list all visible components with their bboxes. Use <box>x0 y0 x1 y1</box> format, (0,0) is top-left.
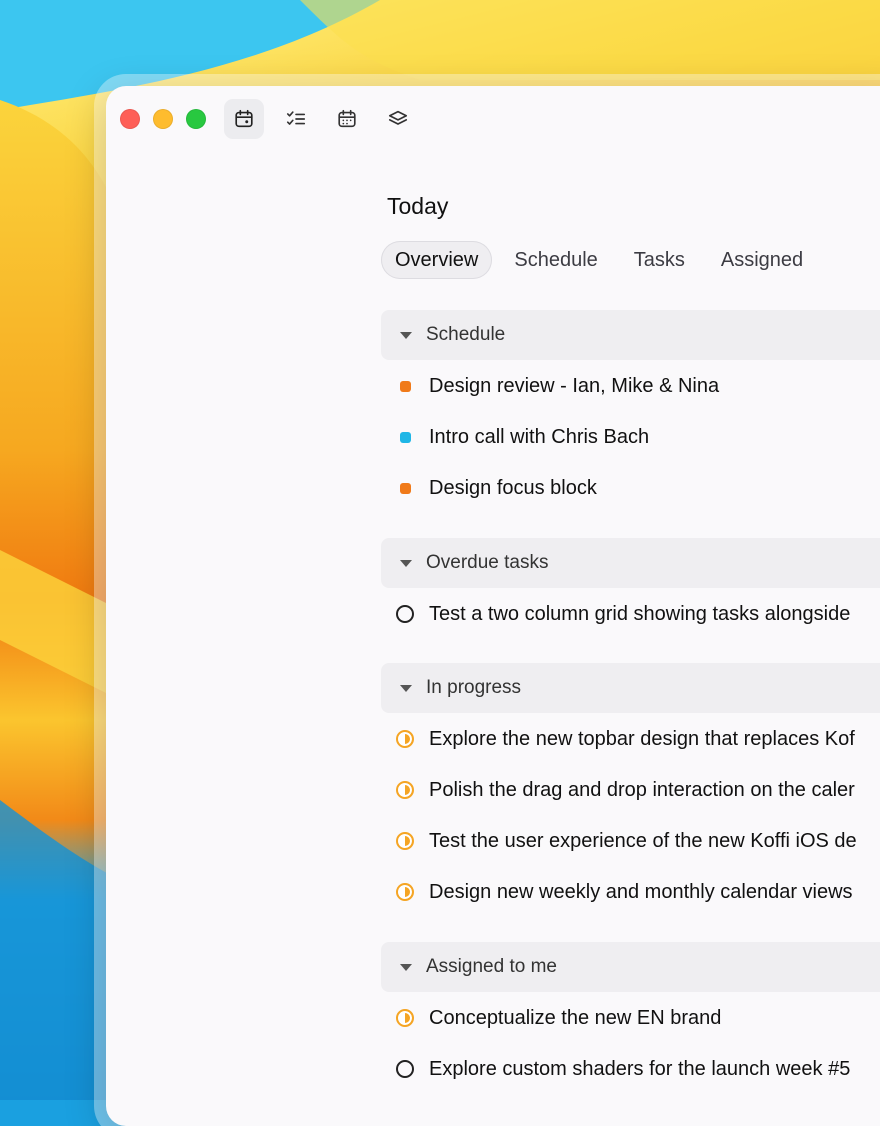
section-header-schedule[interactable]: Schedule <box>381 310 880 360</box>
close-window-button[interactable] <box>120 109 140 129</box>
disclosure-caret-icon <box>400 559 412 567</box>
task-row[interactable]: Design new weekly and monthly calendar v… <box>381 872 880 912</box>
task-row[interactable]: Explore the new topbar design that repla… <box>381 719 880 759</box>
disclosure-caret-icon <box>400 963 412 971</box>
tab-assigned[interactable]: Assigned <box>707 241 817 279</box>
app-window: Today Overview Schedule Tasks Assigned S… <box>106 86 880 1126</box>
section-header-overdue-tasks[interactable]: Overdue tasks <box>381 538 880 588</box>
section-label: Schedule <box>426 324 506 345</box>
event-title: Design focus block <box>429 476 597 499</box>
section-label: In progress <box>426 677 522 698</box>
event-title: Design review - Ian, Mike & Nina <box>429 374 720 397</box>
calendar-view-button[interactable] <box>327 99 367 139</box>
task-status-in-progress-icon[interactable] <box>396 832 414 850</box>
task-status-todo-icon[interactable] <box>396 605 414 623</box>
task-status-in-progress-icon[interactable] <box>396 730 414 748</box>
schedule-event-row[interactable]: Design review - Ian, Mike & Nina <box>381 366 880 406</box>
task-status-in-progress-icon[interactable] <box>396 1009 414 1027</box>
task-status-todo-icon[interactable] <box>396 1060 414 1078</box>
task-row[interactable]: Conceptualize the new EN brand <box>381 998 880 1038</box>
task-status-in-progress-icon[interactable] <box>396 781 414 799</box>
tab-schedule[interactable]: Schedule <box>500 241 611 279</box>
checklist-icon <box>286 111 306 125</box>
today-view-button[interactable] <box>224 99 264 139</box>
tab-overview[interactable]: Overview <box>381 241 493 279</box>
calendar-today-icon <box>235 109 253 128</box>
disclosure-caret-icon <box>400 331 412 339</box>
event-color-dot-icon <box>399 380 411 392</box>
section-header-assigned-to-me[interactable]: Assigned to me <box>381 942 880 992</box>
task-row[interactable]: Explore custom shaders for the launch we… <box>381 1049 880 1089</box>
task-title: Design new weekly and monthly calendar v… <box>429 880 853 903</box>
maximize-window-button[interactable] <box>186 109 206 129</box>
section-header-in-progress[interactable]: In progress <box>381 663 880 713</box>
schedule-event-row[interactable]: Design focus block <box>381 468 880 508</box>
schedule-event-row[interactable]: Intro call with Chris Bach <box>381 417 880 457</box>
projects-view-button[interactable] <box>378 99 418 139</box>
task-status-in-progress-icon[interactable] <box>396 883 414 901</box>
calendar-icon <box>338 109 356 128</box>
section-label: Assigned to me <box>426 956 557 977</box>
task-title: Test a two column grid showing tasks alo… <box>429 602 851 625</box>
layers-icon <box>388 110 408 125</box>
task-row[interactable]: Polish the drag and drop interaction on … <box>381 770 880 810</box>
section-label: Overdue tasks <box>426 552 549 573</box>
task-title: Explore custom shaders for the launch we… <box>429 1057 851 1080</box>
task-title: Test the user experience of the new Koff… <box>429 829 857 852</box>
event-color-dot-icon <box>399 431 411 443</box>
task-title: Explore the new topbar design that repla… <box>429 727 855 750</box>
task-row[interactable]: Test the user experience of the new Koff… <box>381 821 880 861</box>
minimize-window-button[interactable] <box>153 109 173 129</box>
task-row[interactable]: Test a two column grid showing tasks alo… <box>381 594 880 634</box>
task-title: Polish the drag and drop interaction on … <box>429 778 855 801</box>
event-color-dot-icon <box>399 482 411 494</box>
tasks-view-button[interactable] <box>276 99 316 139</box>
event-title: Intro call with Chris Bach <box>429 425 650 448</box>
window-toolbar <box>106 86 880 152</box>
disclosure-caret-icon <box>400 684 412 692</box>
task-title: Conceptualize the new EN brand <box>429 1006 722 1029</box>
page-title: Today <box>387 193 449 219</box>
view-tabs: Overview Schedule Tasks Assigned <box>381 241 817 279</box>
tab-tasks[interactable]: Tasks <box>620 241 699 279</box>
